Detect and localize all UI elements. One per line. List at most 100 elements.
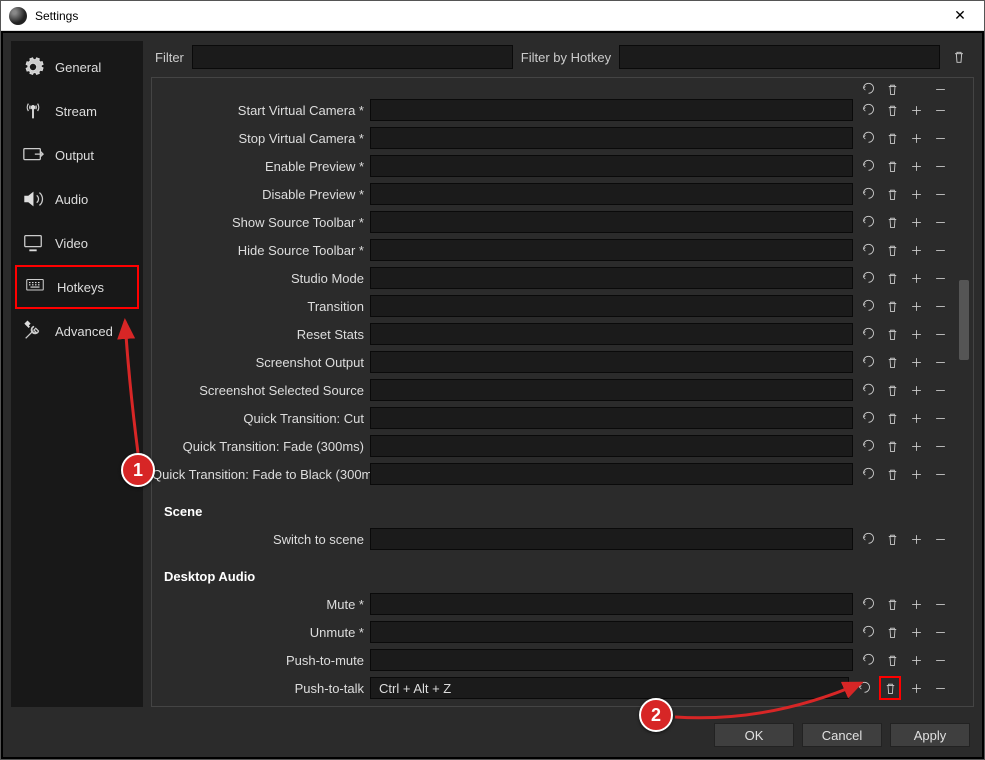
plus-icon[interactable] [907,129,925,147]
minus-icon[interactable] [931,651,949,669]
plus-icon[interactable] [907,185,925,203]
undo-icon[interactable] [859,530,877,548]
trash-icon[interactable] [883,82,901,96]
trash-icon[interactable] [883,213,901,231]
apply-button[interactable]: Apply [890,723,970,747]
filter-clear-icon[interactable] [948,46,970,68]
hotkey-input[interactable] [370,267,853,289]
plus-icon[interactable] [907,157,925,175]
hotkey-input[interactable] [370,593,853,615]
minus-icon[interactable] [931,465,949,483]
minus-icon[interactable] [931,679,949,697]
trash-icon[interactable] [883,651,901,669]
filter-hotkey-input[interactable] [619,45,940,69]
sidebar-item-advanced[interactable]: Advanced [11,309,143,353]
plus-icon[interactable] [907,213,925,231]
undo-icon[interactable] [859,623,877,641]
hotkey-input[interactable] [370,155,853,177]
sidebar-item-audio[interactable]: Audio [11,177,143,221]
hotkey-input[interactable] [370,295,853,317]
hotkey-input[interactable] [370,407,853,429]
ok-button[interactable]: OK [714,723,794,747]
plus-icon[interactable] [907,465,925,483]
trash-icon[interactable] [883,595,901,613]
minus-icon[interactable] [931,623,949,641]
cancel-button[interactable]: Cancel [802,723,882,747]
undo-icon[interactable] [859,213,877,231]
sidebar-item-hotkeys[interactable]: Hotkeys [15,265,139,309]
undo-icon[interactable] [859,437,877,455]
hotkey-input[interactable] [370,323,853,345]
minus-icon[interactable] [931,129,949,147]
plus-icon[interactable] [907,325,925,343]
hotkey-input[interactable] [370,528,853,550]
undo-icon[interactable] [859,595,877,613]
sidebar-item-video[interactable]: Video [11,221,143,265]
undo-icon[interactable] [859,241,877,259]
minus-icon[interactable] [931,241,949,259]
hotkey-input[interactable] [370,351,853,373]
minus-icon[interactable] [931,213,949,231]
scrollbar-thumb[interactable] [959,280,969,360]
plus-icon[interactable] [907,651,925,669]
plus-icon[interactable] [907,437,925,455]
plus-icon[interactable] [907,269,925,287]
trash-icon[interactable] [883,297,901,315]
minus-icon[interactable] [931,381,949,399]
minus-icon[interactable] [931,157,949,175]
scrollbar[interactable] [957,80,971,704]
undo-icon[interactable] [859,651,877,669]
trash-icon[interactable] [883,623,901,641]
hotkey-input[interactable] [370,649,853,671]
minus-icon[interactable] [931,353,949,371]
hotkey-input[interactable] [370,183,853,205]
undo-icon[interactable] [859,409,877,427]
minus-icon[interactable] [931,185,949,203]
trash-icon[interactable] [883,185,901,203]
trash-icon[interactable] [883,409,901,427]
plus-icon[interactable] [907,595,925,613]
undo-icon[interactable] [859,157,877,175]
trash-icon[interactable] [883,325,901,343]
undo-icon[interactable] [859,269,877,287]
undo-icon[interactable] [859,82,877,96]
minus-icon[interactable] [931,409,949,427]
plus-icon[interactable] [907,679,925,697]
plus-icon[interactable] [907,381,925,399]
minus-icon[interactable] [931,101,949,119]
minus-icon[interactable] [931,437,949,455]
trash-icon[interactable] [883,465,901,483]
minus-icon[interactable] [931,325,949,343]
undo-icon[interactable] [859,353,877,371]
trash-icon[interactable] [883,241,901,259]
hotkey-input[interactable] [370,99,853,121]
undo-icon[interactable] [855,679,873,697]
plus-icon[interactable] [907,101,925,119]
hotkey-input[interactable] [370,435,853,457]
sidebar-item-output[interactable]: Output [11,133,143,177]
trash-icon[interactable] [883,353,901,371]
minus-icon[interactable] [931,82,949,96]
hotkey-input[interactable] [370,211,853,233]
plus-icon[interactable] [907,409,925,427]
hotkey-input[interactable] [370,127,853,149]
hotkey-input[interactable] [370,379,853,401]
undo-icon[interactable] [859,325,877,343]
hotkey-input[interactable] [370,621,853,643]
hotkey-input[interactable] [370,463,853,485]
sidebar-item-stream[interactable]: Stream [11,89,143,133]
minus-icon[interactable] [931,530,949,548]
plus-icon[interactable] [907,241,925,259]
plus-icon[interactable] [907,623,925,641]
trash-icon[interactable] [883,129,901,147]
minus-icon[interactable] [931,595,949,613]
trash-icon[interactable] [883,101,901,119]
undo-icon[interactable] [859,381,877,399]
close-button[interactable]: ✕ [940,7,980,24]
hotkey-input[interactable]: Ctrl + Alt + Z [370,677,849,699]
trash-icon[interactable] [879,676,901,700]
plus-icon[interactable] [907,297,925,315]
sidebar-item-general[interactable]: General [11,45,143,89]
undo-icon[interactable] [859,129,877,147]
undo-icon[interactable] [859,101,877,119]
